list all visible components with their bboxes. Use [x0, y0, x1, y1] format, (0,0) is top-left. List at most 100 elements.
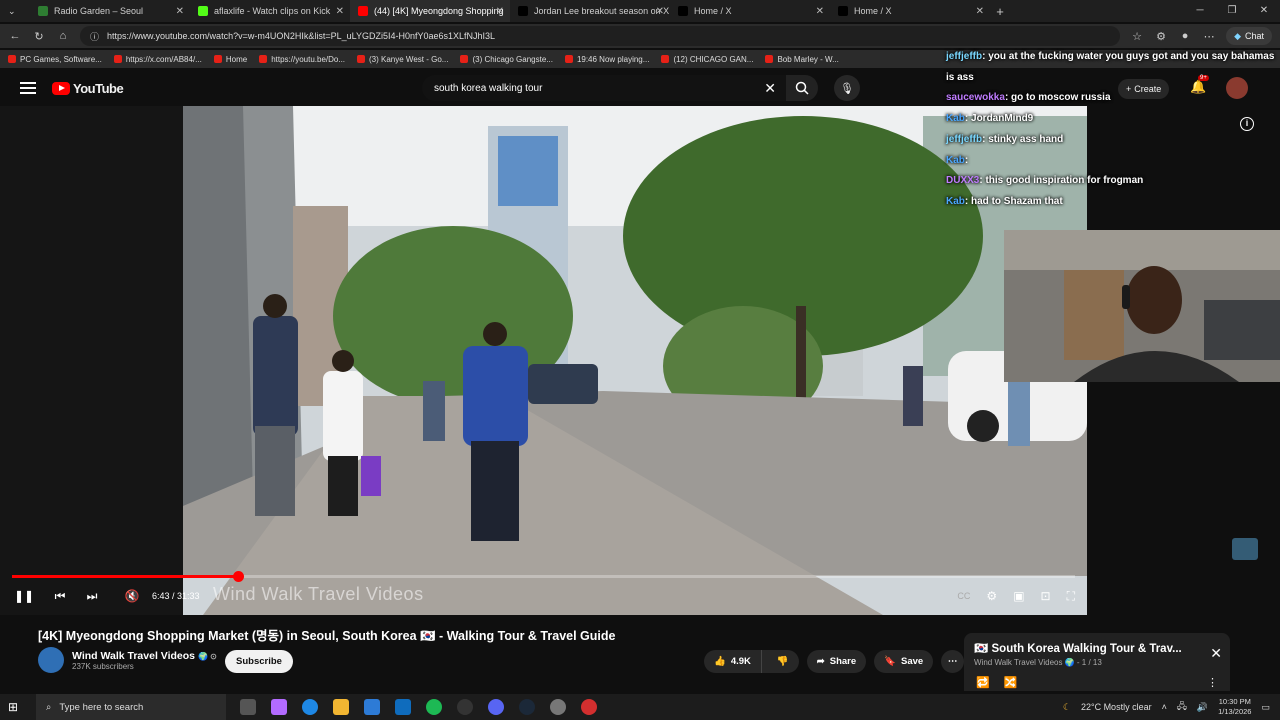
discord-icon[interactable]	[488, 699, 504, 715]
bookmark-item[interactable]: 19:46 Now playing...	[564, 55, 649, 64]
captions-icon[interactable]: CC	[957, 591, 970, 601]
bookmark-item[interactable]: Home	[213, 55, 247, 64]
close-playlist-icon[interactable]: ✕	[1210, 645, 1222, 662]
mute-icon[interactable]: 🔇	[120, 589, 144, 603]
clear-search-icon[interactable]: ✕	[764, 80, 776, 97]
thumbs-up-icon: 👍	[714, 656, 726, 667]
back-icon[interactable]: ←	[8, 30, 22, 42]
browser-tab[interactable]: Jordan Lee breakout season on X ✕	[510, 0, 670, 22]
recorder-icon[interactable]	[581, 699, 597, 715]
store-icon[interactable]	[364, 699, 380, 715]
player-controls: ❚❚ ⏮ ⏭ 🔇 6:43 / 31:33 CC ⚙ ▣ ⊡ ⛶	[0, 584, 1087, 608]
dislike-button[interactable]: 👎	[767, 656, 799, 667]
task-view-icon[interactable]	[240, 699, 256, 715]
browser-tab[interactable]: Home / X ✕	[670, 0, 830, 22]
share-icon: ➦	[816, 656, 825, 667]
miniplayer-icon[interactable]: ▣	[1013, 589, 1024, 603]
close-tab-icon[interactable]: ✕	[976, 6, 984, 17]
media-player-icon[interactable]	[457, 699, 473, 715]
edge-icon[interactable]	[302, 699, 318, 715]
search-button[interactable]	[786, 75, 818, 101]
subscribe-overlay-icon[interactable]	[1232, 538, 1258, 560]
browser-tab[interactable]: Radio Garden – Seoul ✕	[30, 0, 190, 22]
channel-name-text[interactable]: Wind Walk Travel Videos	[72, 650, 195, 662]
voice-search-button[interactable]: 🎙	[834, 75, 860, 101]
bookmark-item[interactable]: (12) CHICAGO GAN...	[661, 55, 753, 64]
progress-bar[interactable]	[12, 571, 1075, 582]
close-window-icon[interactable]: ✕	[1248, 0, 1280, 22]
chat-username: Kab	[946, 195, 965, 207]
video-player[interactable]: Wind Walk Travel Videos ❚❚ ⏮ ⏭ 🔇 6:43 / …	[0, 106, 1087, 615]
channel-avatar[interactable]	[38, 647, 64, 673]
bookmark-item[interactable]: Bob Marley - W...	[765, 55, 839, 64]
file-explorer-icon[interactable]	[333, 699, 349, 715]
taskbar-apps	[240, 699, 597, 715]
browser-tab[interactable]: (44) [4K] Myeongdong Shopping ✕	[350, 0, 510, 22]
extensions-icon[interactable]: ⚙	[1154, 30, 1168, 43]
restore-icon[interactable]: ❐	[1216, 0, 1248, 22]
network-icon[interactable]: 🖧	[1177, 699, 1187, 715]
more-menu-icon[interactable]: ⋯	[1202, 30, 1216, 43]
shuffle-icon[interactable]: 🔀	[1004, 676, 1018, 689]
minimize-icon[interactable]: ─	[1184, 0, 1216, 22]
close-tab-icon[interactable]: ✕	[816, 6, 824, 17]
weather-icon[interactable]: ☾	[1063, 702, 1071, 713]
volume-icon[interactable]: 🔊	[1197, 702, 1208, 713]
bookmark-item[interactable]: https://youtu.be/Do...	[259, 55, 345, 64]
profile-icon[interactable]: ●	[1178, 30, 1192, 42]
tray-chevron-icon[interactable]: ˄	[1162, 702, 1167, 712]
bookmark-favicon-icon	[661, 55, 670, 63]
url-field[interactable]: ⓘ https://www.youtube.com/watch?v=w-m4UO…	[80, 26, 1121, 46]
obs-icon[interactable]	[550, 699, 566, 715]
channel-name[interactable]: Wind Walk Travel Videos 🌍 ⊙	[72, 650, 217, 662]
subscribe-button[interactable]: Subscribe	[225, 650, 293, 673]
clock[interactable]: 10:30 PM 1/13/2026	[1218, 697, 1251, 717]
settings-icon[interactable]: ⚙	[986, 589, 997, 603]
tab-list-icon[interactable]: ⌄	[8, 6, 16, 17]
close-tab-icon[interactable]: ✕	[176, 6, 184, 17]
next-icon[interactable]: ⏭	[80, 589, 104, 604]
loop-icon[interactable]: 🔁	[976, 676, 990, 689]
cast-icon[interactable]: ⊡	[1041, 589, 1051, 603]
share-button[interactable]: ➦ Share	[806, 650, 867, 673]
browser-tab[interactable]: Home / X ✕	[830, 0, 990, 22]
notification-center-icon[interactable]: ▭	[1261, 702, 1270, 713]
pause-icon[interactable]: ❚❚	[12, 589, 36, 603]
windows-start-icon[interactable]: ⊞	[8, 700, 28, 714]
reload-icon[interactable]: ↻	[32, 30, 46, 43]
thumbs-down-icon: 👎	[776, 656, 789, 667]
bookmark-label: PC Games, Software...	[20, 54, 102, 64]
verified-badge-icon: 🌍 ⊙	[197, 651, 217, 661]
site-info-icon[interactable]: ⓘ	[90, 30, 99, 43]
like-button[interactable]: 👍 4.9K	[704, 650, 762, 673]
more-actions-button[interactable]: ⋯	[941, 650, 965, 673]
save-button[interactable]: 🔖 Save	[874, 650, 934, 673]
youtube-logo[interactable]: YouTube	[52, 81, 124, 96]
copilot-chat-button[interactable]: ◆ Chat	[1226, 27, 1272, 45]
close-tab-icon[interactable]: ✕	[336, 6, 344, 17]
playlist-more-icon[interactable]: ⋮	[1207, 676, 1218, 689]
browser-tab[interactable]: ⌄	[0, 0, 30, 22]
weather-text[interactable]: 22°C Mostly clear	[1081, 702, 1152, 712]
favorites-icon[interactable]: ☆	[1130, 30, 1144, 43]
outlook-icon[interactable]	[395, 699, 411, 715]
new-tab-button[interactable]: +	[990, 4, 1010, 19]
close-tab-icon[interactable]: ✕	[496, 6, 504, 17]
fullscreen-icon[interactable]: ⛶	[1067, 589, 1075, 604]
playlist-title[interactable]: 🇰🇷 South Korea Walking Tour & Trav...	[974, 641, 1220, 655]
taskbar-search[interactable]: ⌕ Type here to search	[36, 694, 226, 720]
steam-icon[interactable]	[519, 699, 535, 715]
browser-tab[interactable]: aflaxlife - Watch clips on Kick ✕	[190, 0, 350, 22]
spotify-icon[interactable]	[426, 699, 442, 715]
copilot-app-icon[interactable]	[271, 699, 287, 715]
bookmark-item[interactable]: (3) Kanye West - Go...	[357, 55, 448, 64]
taskbar-search-placeholder: Type here to search	[59, 701, 144, 713]
close-tab-icon[interactable]: ✕	[656, 6, 664, 17]
menu-icon[interactable]	[20, 79, 36, 97]
bookmark-item[interactable]: https://x.com/AB84/...	[113, 55, 202, 64]
previous-icon[interactable]: ⏮	[48, 589, 72, 604]
bookmark-item[interactable]: PC Games, Software...	[8, 55, 102, 64]
bookmark-item[interactable]: (3) Chicago Gangste...	[460, 55, 553, 64]
search-input[interactable]: south korea walking tour ✕	[422, 75, 786, 101]
home-icon[interactable]: ⌂	[56, 30, 70, 42]
